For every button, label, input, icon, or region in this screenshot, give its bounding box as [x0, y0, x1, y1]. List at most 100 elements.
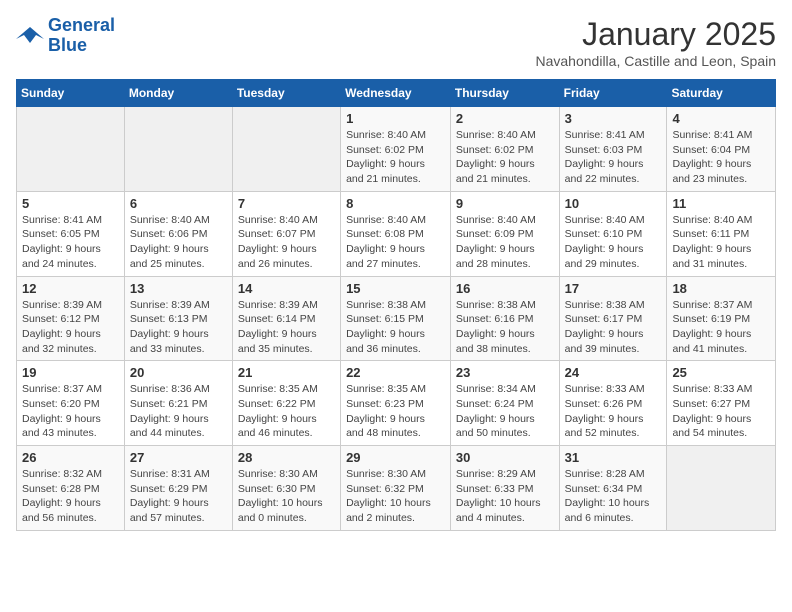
calendar-table: SundayMondayTuesdayWednesdayThursdayFrid… [16, 79, 776, 531]
calendar-cell: 27 Sunrise: 8:31 AM Sunset: 6:29 PM Dayli… [124, 446, 232, 531]
day-info: Sunrise: 8:40 AM Sunset: 6:02 PM Dayligh… [456, 128, 554, 187]
calendar-week-row: 12Sunrise: 8:39 AM Sunset: 6:12 PM Dayli… [17, 276, 776, 361]
day-number: 24 [565, 365, 662, 380]
calendar-cell: 8 Sunrise: 8:40 AM Sunset: 6:08 PM Daylig… [341, 191, 451, 276]
calendar-cell: 2 Sunrise: 8:40 AM Sunset: 6:02 PM Daylig… [450, 107, 559, 192]
day-info: Sunrise: 8:30 AM Sunset: 6:30 PM Dayligh… [238, 467, 335, 526]
day-info: Sunrise: 8:40 AM Sunset: 6:07 PM Dayligh… [238, 213, 335, 272]
calendar-cell: 3 Sunrise: 8:41 AM Sunset: 6:03 PM Daylig… [559, 107, 667, 192]
calendar-cell: 4 Sunrise: 8:41 AM Sunset: 6:04 PM Daylig… [667, 107, 776, 192]
calendar-cell: 24 Sunrise: 8:33 AM Sunset: 6:26 PM Dayli… [559, 361, 667, 446]
logo-line1: General [48, 15, 115, 35]
day-info: Sunrise: 8:40 AM Sunset: 6:08 PM Dayligh… [346, 213, 445, 272]
day-info: Sunrise: 8:40 AM Sunset: 6:09 PM Dayligh… [456, 213, 554, 272]
day-number: 25 [672, 365, 770, 380]
day-number: 30 [456, 450, 554, 465]
day-info: Sunrise: 8:35 AM Sunset: 6:22 PM Dayligh… [238, 382, 335, 441]
calendar-cell: 17Sunrise: 8:38 AM Sunset: 6:17 PM Dayli… [559, 276, 667, 361]
day-number: 16 [456, 281, 554, 296]
day-info: Sunrise: 8:39 AM Sunset: 6:13 PM Dayligh… [130, 298, 227, 357]
day-number: 11 [672, 196, 770, 211]
day-info: Sunrise: 8:38 AM Sunset: 6:15 PM Dayligh… [346, 298, 445, 357]
weekday-header-thursday: Thursday [450, 80, 559, 107]
day-info: Sunrise: 8:40 AM Sunset: 6:02 PM Dayligh… [346, 128, 445, 187]
day-number: 26 [22, 450, 119, 465]
logo-text: General Blue [48, 16, 115, 56]
day-number: 5 [22, 196, 119, 211]
calendar-cell: 7Sunrise: 8:40 AM Sunset: 6:07 PM Daylig… [232, 191, 340, 276]
day-info: Sunrise: 8:37 AM Sunset: 6:20 PM Dayligh… [22, 382, 119, 441]
calendar-cell: 28Sunrise: 8:30 AM Sunset: 6:30 PM Dayli… [232, 446, 340, 531]
calendar-title: January 2025 [536, 16, 777, 53]
weekday-header-friday: Friday [559, 80, 667, 107]
logo-line2: Blue [48, 35, 87, 55]
day-info: Sunrise: 8:41 AM Sunset: 6:05 PM Dayligh… [22, 213, 119, 272]
page-header: General Blue January 2025 Navahondilla, … [16, 16, 776, 69]
weekday-header-sunday: Sunday [17, 80, 125, 107]
day-info: Sunrise: 8:38 AM Sunset: 6:16 PM Dayligh… [456, 298, 554, 357]
weekday-header-wednesday: Wednesday [341, 80, 451, 107]
day-number: 19 [22, 365, 119, 380]
calendar-cell: 6 Sunrise: 8:40 AM Sunset: 6:06 PM Daylig… [124, 191, 232, 276]
day-number: 9 [456, 196, 554, 211]
day-info: Sunrise: 8:36 AM Sunset: 6:21 PM Dayligh… [130, 382, 227, 441]
weekday-header-tuesday: Tuesday [232, 80, 340, 107]
day-info: Sunrise: 8:39 AM Sunset: 6:14 PM Dayligh… [238, 298, 335, 357]
day-info: Sunrise: 8:31 AM Sunset: 6:29 PM Dayligh… [130, 467, 227, 526]
day-number: 27 [130, 450, 227, 465]
calendar-cell: 11 Sunrise: 8:40 AM Sunset: 6:11 PM Dayli… [667, 191, 776, 276]
day-info: Sunrise: 8:40 AM Sunset: 6:11 PM Dayligh… [672, 213, 770, 272]
day-info: Sunrise: 8:37 AM Sunset: 6:19 PM Dayligh… [672, 298, 770, 357]
day-number: 10 [565, 196, 662, 211]
day-info: Sunrise: 8:33 AM Sunset: 6:26 PM Dayligh… [565, 382, 662, 441]
day-number: 20 [130, 365, 227, 380]
day-number: 31 [565, 450, 662, 465]
day-number: 3 [565, 111, 662, 126]
logo: General Blue [16, 16, 115, 56]
day-info: Sunrise: 8:35 AM Sunset: 6:23 PM Dayligh… [346, 382, 445, 441]
day-info: Sunrise: 8:32 AM Sunset: 6:28 PM Dayligh… [22, 467, 119, 526]
day-info: Sunrise: 8:38 AM Sunset: 6:17 PM Dayligh… [565, 298, 662, 357]
day-info: Sunrise: 8:29 AM Sunset: 6:33 PM Dayligh… [456, 467, 554, 526]
day-info: Sunrise: 8:30 AM Sunset: 6:32 PM Dayligh… [346, 467, 445, 526]
calendar-cell [667, 446, 776, 531]
day-number: 2 [456, 111, 554, 126]
weekday-header-monday: Monday [124, 80, 232, 107]
title-section: January 2025 Navahondilla, Castille and … [536, 16, 777, 69]
calendar-cell: 10 Sunrise: 8:40 AM Sunset: 6:10 PM Dayli… [559, 191, 667, 276]
calendar-cell: 26 Sunrise: 8:32 AM Sunset: 6:28 PM Dayli… [17, 446, 125, 531]
day-number: 29 [346, 450, 445, 465]
day-info: Sunrise: 8:40 AM Sunset: 6:10 PM Dayligh… [565, 213, 662, 272]
day-info: Sunrise: 8:41 AM Sunset: 6:04 PM Dayligh… [672, 128, 770, 187]
day-number: 14 [238, 281, 335, 296]
calendar-cell: 16 Sunrise: 8:38 AM Sunset: 6:16 PM Dayli… [450, 276, 559, 361]
day-number: 18 [672, 281, 770, 296]
calendar-cell: 15 Sunrise: 8:38 AM Sunset: 6:15 PM Dayli… [341, 276, 451, 361]
calendar-cell: 14 Sunrise: 8:39 AM Sunset: 6:14 PM Dayli… [232, 276, 340, 361]
day-info: Sunrise: 8:41 AM Sunset: 6:03 PM Dayligh… [565, 128, 662, 187]
calendar-cell [232, 107, 340, 192]
calendar-cell: 21 Sunrise: 8:35 AM Sunset: 6:22 PM Dayli… [232, 361, 340, 446]
day-number: 23 [456, 365, 554, 380]
day-number: 21 [238, 365, 335, 380]
calendar-week-row: 19 Sunrise: 8:37 AM Sunset: 6:20 PM Dayli… [17, 361, 776, 446]
calendar-cell: 18 Sunrise: 8:37 AM Sunset: 6:19 PM Dayli… [667, 276, 776, 361]
calendar-cell: 25 Sunrise: 8:33 AM Sunset: 6:27 PM Dayli… [667, 361, 776, 446]
day-number: 6 [130, 196, 227, 211]
day-number: 22 [346, 365, 445, 380]
calendar-cell [17, 107, 125, 192]
calendar-cell: 5 Sunrise: 8:41 AM Sunset: 6:05 PM Daylig… [17, 191, 125, 276]
day-number: 4 [672, 111, 770, 126]
day-info: Sunrise: 8:40 AM Sunset: 6:06 PM Dayligh… [130, 213, 227, 272]
calendar-week-row: 5 Sunrise: 8:41 AM Sunset: 6:05 PM Daylig… [17, 191, 776, 276]
calendar-week-row: 26 Sunrise: 8:32 AM Sunset: 6:28 PM Dayli… [17, 446, 776, 531]
calendar-cell: 30 Sunrise: 8:29 AM Sunset: 6:33 PM Dayli… [450, 446, 559, 531]
day-number: 8 [346, 196, 445, 211]
calendar-cell: 19 Sunrise: 8:37 AM Sunset: 6:20 PM Dayli… [17, 361, 125, 446]
day-number: 13 [130, 281, 227, 296]
day-number: 15 [346, 281, 445, 296]
calendar-cell: 31Sunrise: 8:28 AM Sunset: 6:34 PM Dayli… [559, 446, 667, 531]
day-info: Sunrise: 8:33 AM Sunset: 6:27 PM Dayligh… [672, 382, 770, 441]
calendar-cell: 1 Sunrise: 8:40 AM Sunset: 6:02 PM Daylig… [341, 107, 451, 192]
day-number: 1 [346, 111, 445, 126]
